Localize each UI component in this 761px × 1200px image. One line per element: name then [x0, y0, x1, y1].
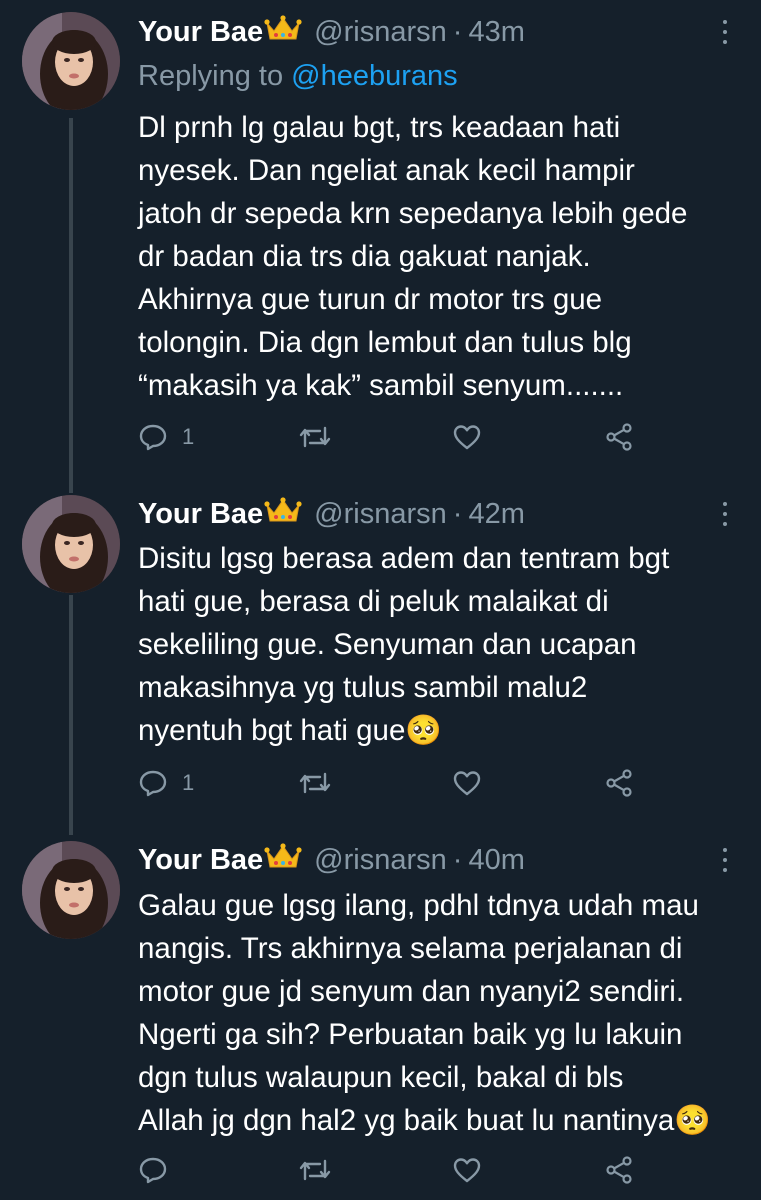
reply-count: 1 [182, 424, 195, 449]
tweet-text: Disitu lgsg berasa adem dan tentram bgt … [138, 542, 670, 747]
more-icon[interactable] [719, 848, 731, 872]
reply-button[interactable]: 1 [138, 763, 194, 803]
thread-connector [69, 485, 73, 493]
separator-dot: · [452, 498, 463, 530]
crown-emoji [264, 494, 302, 534]
user-handle[interactable]: @risnarsn [314, 494, 447, 534]
tweet-3[interactable]: Your Bae @risnarsn · 40m Galau gue lgsg … [0, 835, 761, 1200]
reply-icon [139, 770, 167, 797]
crown-emoji [264, 12, 302, 52]
user-handle[interactable]: @risnarsn [314, 12, 447, 52]
tweet-2[interactable]: Your Bae @risnarsn · 42m Disitu lgsg ber… [0, 485, 761, 835]
avatar[interactable] [22, 495, 120, 593]
like-button[interactable] [452, 417, 482, 457]
reply-count: 1 [182, 770, 195, 795]
crown-emoji [264, 840, 302, 880]
retweet-icon [299, 772, 331, 794]
thread-connector [69, 595, 73, 835]
timestamp[interactable]: 42m [468, 494, 524, 534]
tweet-actions [138, 1150, 638, 1190]
tweet-text: Galau gue lgsg ilang, pdhl tdnya udah ma… [138, 889, 712, 1137]
like-icon [453, 1158, 481, 1183]
like-button[interactable] [452, 1150, 482, 1190]
tweet-1[interactable]: Your Bae @risnarsn · 43m Replying to @he… [0, 0, 761, 485]
retweet-button[interactable] [298, 1150, 332, 1190]
tweet-text: Dl prnh lg galau bgt, trs keadaan hati n… [138, 111, 688, 402]
separator-dot: · [452, 844, 463, 876]
avatar-photo [22, 841, 120, 939]
tweet-actions: 1 [138, 417, 638, 457]
timestamp[interactable]: 40m [468, 840, 524, 880]
reply-button[interactable] [138, 1150, 182, 1190]
display-name[interactable]: Your Bae [138, 494, 263, 534]
reply-button[interactable]: 1 [138, 417, 194, 457]
timestamp[interactable]: 43m [468, 12, 524, 52]
retweet-button[interactable] [298, 417, 332, 457]
replying-to: Replying to @heeburans [138, 56, 458, 96]
avatar-photo [22, 495, 120, 593]
tweet-thread: Your Bae @risnarsn · 43m Replying to @he… [0, 0, 761, 1200]
thread-connector [69, 118, 73, 485]
like-button[interactable] [452, 763, 482, 803]
share-icon [606, 423, 632, 451]
retweet-button[interactable] [298, 763, 332, 803]
reply-icon [139, 424, 167, 451]
share-icon [606, 1156, 632, 1184]
avatar-photo [22, 12, 120, 110]
tweet-header: Your Bae @risnarsn · 40m [138, 840, 731, 880]
retweet-icon [299, 426, 331, 448]
reply-mention-link[interactable]: @heeburans [291, 60, 458, 92]
display-name[interactable]: Your Bae [138, 840, 263, 880]
avatar[interactable] [22, 841, 120, 939]
like-icon [453, 425, 481, 450]
more-icon[interactable] [719, 502, 731, 526]
reply-icon [139, 1157, 167, 1184]
retweet-icon [299, 1159, 331, 1181]
share-button[interactable] [604, 417, 634, 457]
tweet-header: Your Bae @risnarsn · 43m [138, 12, 731, 52]
tweet-header: Your Bae @risnarsn · 42m [138, 494, 731, 534]
avatar[interactable] [22, 12, 120, 110]
replying-to-label: Replying to [138, 60, 284, 92]
more-icon[interactable] [719, 20, 731, 44]
separator-dot: · [452, 16, 463, 48]
share-button[interactable] [604, 763, 634, 803]
like-icon [453, 771, 481, 796]
display-name[interactable]: Your Bae [138, 12, 263, 52]
share-button[interactable] [604, 1150, 634, 1190]
tweet-actions: 1 [138, 763, 638, 803]
share-icon [606, 769, 632, 797]
user-handle[interactable]: @risnarsn [314, 840, 447, 880]
